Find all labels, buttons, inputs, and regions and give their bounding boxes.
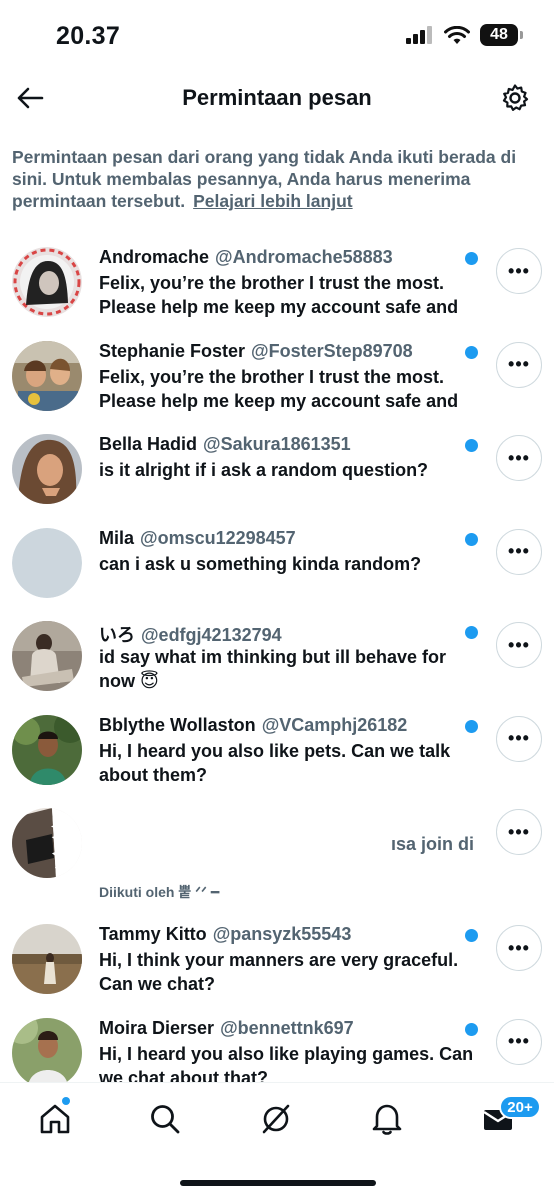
sender-name: いろ: [99, 625, 135, 645]
status-time: 20.37: [56, 22, 121, 50]
sender-name: Bblythe Wollaston: [99, 714, 256, 735]
avatar[interactable]: [12, 247, 82, 317]
avatar[interactable]: [12, 808, 82, 878]
wifi-icon: [444, 25, 470, 44]
unread-indicator: [465, 929, 478, 942]
nav-grok[interactable]: [254, 1097, 298, 1141]
sender-name-line: Stephanie Foster @FosterStep89708: [99, 341, 459, 362]
avatar[interactable]: [12, 621, 82, 691]
followed-by-label: Diikuti oleh 뿥 ᐟᐟ ━: [99, 884, 220, 900]
more-options-button[interactable]: •••: [496, 528, 542, 575]
sender-handle: @VCamphj26182: [261, 714, 408, 735]
nav-notifications[interactable]: [365, 1097, 409, 1141]
nav-search[interactable]: [143, 1097, 187, 1141]
sender-name-line: Tammy Kitto @pansyzk55543: [99, 924, 459, 945]
default-avatar[interactable]: [12, 527, 82, 598]
request-row[interactable]: Mila @omscu12298457 can i ask u something…: [0, 521, 554, 615]
unread-indicator: [465, 719, 478, 733]
sender-handle: @pansyzk55543: [212, 924, 352, 944]
message-preview: id say what im thinking but ill behave f…: [99, 647, 447, 691]
request-row[interactable]: Bella Hadid @Sakura1861351 is it alright …: [0, 427, 554, 521]
messages-badge: 20+: [499, 1095, 541, 1119]
message-preview: Felix, you’re the brother I trust the mo…: [99, 273, 459, 317]
status-bar: 20.37 48: [0, 0, 554, 72]
unread-indicator: [465, 532, 478, 546]
sender-name-line: いろ @edfgj42132794: [99, 621, 459, 647]
learn-more-link[interactable]: Pelajari lebih lanjut: [193, 191, 353, 211]
sender-handle: @Sakura1861351: [203, 434, 351, 454]
status-icons: 48: [406, 24, 523, 46]
unread-indicator: [465, 439, 478, 452]
sender-name: Stephanie Foster: [99, 340, 246, 361]
message-preview: Hi, I heard you also like playing games.…: [99, 1043, 474, 1083]
more-options-button[interactable]: •••: [496, 435, 542, 481]
avatar[interactable]: [12, 1017, 82, 1082]
top-bar: Permintaan pesan: [0, 72, 554, 126]
sender-name-line: Andromache @Andromache58883: [99, 247, 459, 268]
page-title: Permintaan pesan: [182, 85, 372, 110]
unread-indicator: [465, 1022, 478, 1036]
sender-name: Tammy Kitto: [99, 924, 207, 944]
sender-name-line: Bella Hadid @Sakura1861351: [99, 434, 459, 455]
gear-icon: [502, 84, 529, 111]
requests-notice: Permintaan pesan dari orang yang tidak A…: [12, 146, 532, 212]
more-options-button[interactable]: •••: [496, 622, 542, 668]
sender-name: Moira Dierser: [99, 1017, 215, 1038]
home-indicator: [180, 1180, 376, 1186]
more-options-button[interactable]: •••: [496, 248, 542, 294]
message-request-list: Andromache @Andromache58883 Felix, you’re…: [0, 240, 554, 1082]
message-preview: ısa join di: [390, 834, 474, 854]
nav-home[interactable]: [33, 1097, 77, 1141]
sender-handle: @bennettnk697: [220, 1017, 354, 1038]
request-row[interactable]: Andromache @Andromache58883 Felix, you’re…: [0, 240, 554, 334]
request-row[interactable]: Tammy Kitto @pansyzk55543 Hi, I think you…: [0, 917, 554, 1011]
sender-name: Bella Hadid: [99, 434, 198, 454]
battery-icon: 48: [480, 24, 523, 46]
sender-handle: @FosterStep89708: [251, 340, 413, 361]
more-options-button[interactable]: •••: [496, 925, 542, 971]
unread-indicator: [465, 252, 478, 265]
request-row[interactable]: Moira Dierser @bennettnk697 Hi, I heard y…: [0, 1011, 554, 1083]
request-row[interactable]: ısa join di ••• Diikuti oleh 뿥 ᐟᐟ ━: [0, 801, 554, 900]
more-options-button[interactable]: •••: [496, 715, 542, 762]
message-preview: Hi, I heard you also like pets. Can we t…: [99, 740, 451, 785]
avatar[interactable]: [12, 714, 82, 785]
more-options-button[interactable]: •••: [496, 341, 542, 388]
avatar[interactable]: [12, 434, 82, 504]
sender-handle: @omscu12298457: [140, 527, 296, 548]
home-icon: [40, 1104, 70, 1134]
grok-icon: [262, 1104, 290, 1134]
unread-indicator: [465, 345, 478, 359]
sender-handle: @Andromache58883: [215, 247, 393, 267]
message-preview: Felix, you’re the brother I trust the mo…: [99, 366, 459, 411]
settings-button[interactable]: [498, 81, 532, 115]
request-row[interactable]: Bblythe Wollaston @VCamphj26182 Hi, I hea…: [0, 708, 554, 802]
sender-name-line: Bblythe Wollaston @VCamphj26182: [99, 715, 459, 736]
home-notification-dot: [62, 1097, 70, 1105]
search-icon: [151, 1105, 180, 1134]
more-options-button[interactable]: •••: [496, 809, 542, 855]
request-row[interactable]: Stephanie Foster @FosterStep89708 Felix, …: [0, 334, 554, 428]
avatar[interactable]: [12, 340, 82, 411]
bell-icon: [372, 1104, 402, 1135]
sender-name: Andromache: [99, 247, 210, 267]
more-options-button[interactable]: •••: [496, 1018, 542, 1065]
request-row[interactable]: いろ @edfgj42132794 id say what im thinking…: [0, 614, 554, 708]
unread-indicator: [465, 626, 478, 639]
sender-name: Mila: [99, 527, 135, 548]
sender-handle: @edfgj42132794: [141, 625, 282, 645]
cellular-signal-icon: [406, 26, 432, 44]
message-preview: Hi, I think your manners are very gracef…: [99, 950, 459, 994]
avatar[interactable]: [12, 924, 82, 994]
message-preview: can i ask u something kinda random?: [99, 553, 422, 574]
sender-name-line: Mila @omscu12298457: [99, 528, 459, 549]
sender-name-line: Moira Dierser @bennettnk697: [99, 1018, 459, 1039]
message-preview: is it alright if i ask a random question…: [99, 460, 429, 480]
